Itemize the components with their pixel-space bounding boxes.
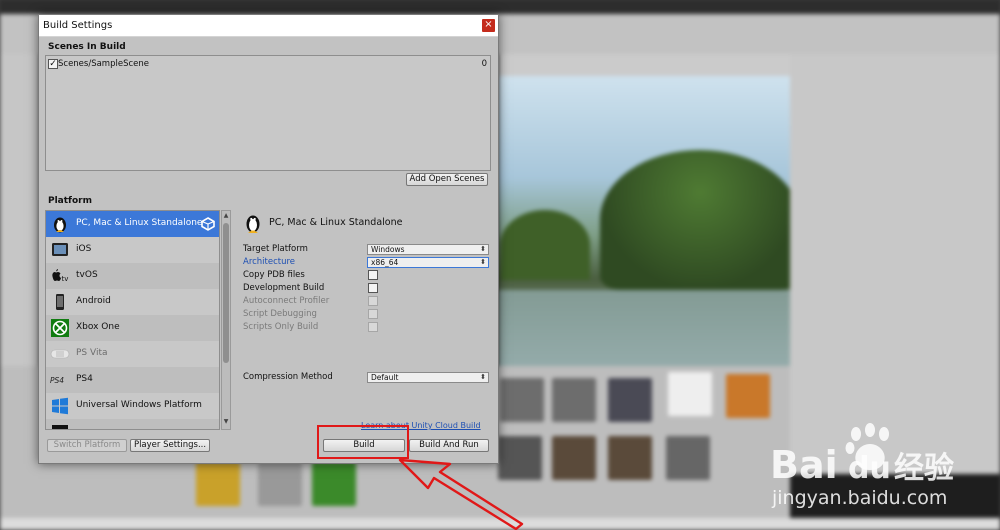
baidu-paw-logo-icon: Bai du 经验 jingyan.baidu.com: [770, 423, 954, 509]
platform-item-pc-mac-linux[interactable]: PC, Mac & Linux Standalone: [46, 211, 219, 237]
svg-text:经验: 经验: [894, 451, 954, 486]
dialog-title: Build Settings: [43, 20, 113, 31]
scripts-only-build-checkbox[interactable]: [368, 322, 378, 332]
add-open-scenes-button[interactable]: Add Open Scenes: [406, 173, 488, 186]
ios-device-icon: [52, 243, 68, 256]
terrain-hill: [500, 210, 590, 280]
editor-title-bar: [0, 0, 1000, 14]
asset-thumbnail: [668, 372, 712, 416]
asset-thumbnail: [608, 378, 652, 422]
target-platform-value: Windows: [371, 245, 405, 254]
dropdown-arrows-icon: ⬍: [480, 245, 486, 253]
compression-method-value: Default: [371, 373, 399, 382]
unity-logo-icon: [201, 217, 215, 231]
baidu-watermark: Bai du 经验 jingyan.baidu.com: [768, 420, 1000, 510]
player-settings-button[interactable]: Player Settings...: [130, 439, 210, 452]
platform-item-webgl[interactable]: [46, 419, 219, 429]
compression-method-label: Compression Method: [243, 372, 333, 382]
svg-text:PS4: PS4: [50, 376, 64, 385]
selected-platform-title: PC, Mac & Linux Standalone: [269, 217, 403, 228]
scripts-only-build-label: Scripts Only Build: [243, 322, 319, 332]
platform-label: PS Vita: [76, 348, 108, 358]
target-platform-dropdown[interactable]: Windows ⬍: [367, 244, 489, 255]
asset-thumbnail: [726, 374, 770, 418]
apple-tv-icon: tv: [52, 269, 69, 283]
autoconnect-profiler-label: Autoconnect Profiler: [243, 296, 330, 306]
windows-icon: [52, 397, 68, 415]
asset-thumbnail: [552, 436, 596, 480]
asset-thumbnail: [258, 462, 302, 506]
asset-thumbnail: [552, 378, 596, 422]
architecture-dropdown[interactable]: x86_64 ⬍: [367, 257, 489, 268]
platform-list[interactable]: PC, Mac & Linux Standalone iOS tv tvOS A…: [45, 210, 220, 430]
scene-checkbox[interactable]: ✓: [48, 59, 58, 69]
platform-label: tvOS: [76, 270, 98, 280]
platform-label: iOS: [76, 244, 92, 254]
platform-label: PC, Mac & Linux Standalone: [76, 218, 203, 228]
scene-row[interactable]: ✓ Scenes/SampleScene 0: [47, 58, 489, 70]
platform-item-ps4[interactable]: PS4 PS4: [46, 367, 219, 393]
platform-label: PS4: [76, 374, 93, 384]
svg-text:Bai: Bai: [770, 443, 838, 487]
html5-icon: [52, 425, 68, 429]
close-button[interactable]: ×: [482, 19, 495, 32]
platform-item-ps-vita[interactable]: PS Vita: [46, 341, 219, 367]
script-debugging-checkbox[interactable]: [368, 309, 378, 319]
architecture-value: x86_64: [371, 258, 399, 267]
asset-thumbnail: [500, 378, 544, 422]
switch-platform-button[interactable]: Switch Platform: [47, 439, 127, 452]
copy-pdb-label: Copy PDB files: [243, 270, 305, 280]
svg-text:tv: tv: [62, 275, 69, 283]
target-platform-label: Target Platform: [243, 244, 308, 254]
scroll-up-arrow-icon[interactable]: ▲: [222, 212, 230, 222]
asset-thumbnail: [666, 436, 710, 480]
scenes-in-build-header: Scenes In Build: [48, 42, 126, 52]
dropdown-arrows-icon: ⬍: [480, 373, 486, 381]
scenes-list[interactable]: ✓ Scenes/SampleScene 0: [45, 55, 491, 171]
inspector-panel: [790, 54, 1000, 474]
asset-thumbnail: [608, 436, 652, 480]
annotation-arrow-icon: [398, 458, 524, 530]
platform-item-android[interactable]: Android: [46, 289, 219, 315]
platform-label: Android: [76, 296, 111, 306]
dropdown-arrows-icon: ⬍: [480, 258, 486, 266]
copy-pdb-checkbox[interactable]: [368, 270, 378, 280]
android-device-icon: [56, 294, 64, 310]
selected-platform-icon: [246, 215, 260, 233]
scene-index: 0: [481, 59, 487, 69]
xbox-icon: [51, 319, 69, 337]
platform-header: Platform: [48, 196, 92, 206]
svg-text:jingyan.baidu.com: jingyan.baidu.com: [771, 487, 947, 509]
asset-thumbnail: [312, 462, 356, 506]
architecture-label: Architecture: [243, 257, 296, 267]
pc-mac-linux-icon: [54, 217, 66, 233]
platform-item-tvos[interactable]: tv tvOS: [46, 263, 219, 289]
script-debugging-label: Script Debugging: [243, 309, 317, 319]
scroll-down-arrow-icon[interactable]: ▼: [222, 418, 230, 428]
platform-label: Universal Windows Platform: [76, 400, 202, 410]
platform-list-scrollbar[interactable]: ▲ ▼: [221, 210, 231, 430]
svg-text:du: du: [848, 451, 891, 486]
platform-item-uwp[interactable]: Universal Windows Platform: [46, 393, 219, 419]
development-build-label: Development Build: [243, 283, 325, 293]
scene-name: Scenes/SampleScene: [58, 59, 149, 69]
ps-vita-icon: [50, 349, 70, 359]
scene-view-tabs: [498, 54, 790, 76]
close-icon: ×: [484, 19, 493, 30]
platform-item-xbox-one[interactable]: Xbox One: [46, 315, 219, 341]
dialog-title-bar[interactable]: Build Settings ×: [39, 15, 498, 37]
platform-label: Xbox One: [76, 322, 120, 332]
terrain-water: [498, 290, 790, 366]
ps4-icon: PS4: [50, 376, 64, 385]
terrain-hill: [600, 150, 800, 290]
compression-method-dropdown[interactable]: Default ⬍: [367, 372, 489, 383]
scrollbar-thumb[interactable]: [223, 223, 229, 363]
development-build-checkbox[interactable]: [368, 283, 378, 293]
autoconnect-profiler-checkbox[interactable]: [368, 296, 378, 306]
build-settings-dialog: Build Settings × Scenes In Build ✓ Scene…: [38, 14, 499, 464]
asset-thumbnail: [196, 462, 240, 506]
platform-item-ios[interactable]: iOS: [46, 237, 219, 263]
